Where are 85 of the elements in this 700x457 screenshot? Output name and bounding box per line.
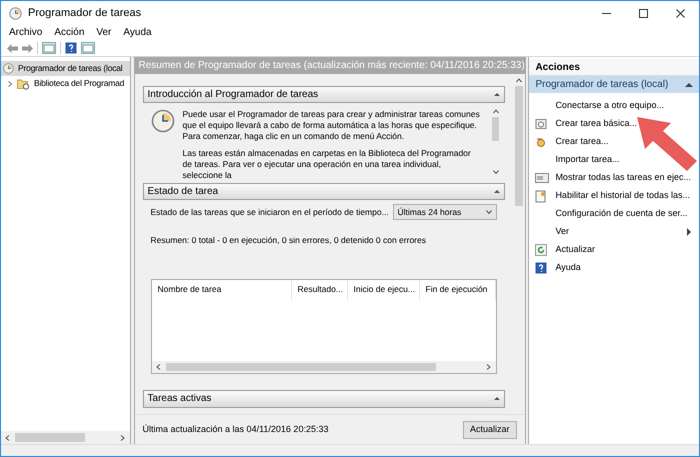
menu-item[interactable]: Acción (54, 25, 84, 40)
horizontal-scrollbar[interactable] (152, 360, 496, 373)
section-header[interactable]: Estado de tarea (142, 183, 505, 200)
section-title: Tareas activas (148, 392, 212, 406)
calendar-clock-icon (535, 118, 548, 130)
collapse-icon (494, 93, 500, 96)
tree-item[interactable]: Biblioteca del Programad (1, 76, 130, 91)
scroll-left-icon[interactable] (5, 434, 11, 440)
section-header[interactable]: Tareas activas (142, 390, 505, 408)
action-item[interactable]: Conectarse a otro equipo... (529, 97, 699, 115)
action-label: Configuración de cuenta de ser... (555, 207, 689, 220)
action-item[interactable]: Importar tarea... (529, 151, 699, 169)
vertical-scrollbar[interactable] (490, 109, 501, 175)
action-item[interactable]: Mostrar todas las tareas en ejec... (529, 169, 699, 187)
action-label: Ver (555, 225, 570, 238)
intro-paragraph: Puede usar el Programador de tareas para crear y administrar tareas comunes que el equipo llevará a cabo de forma automática a las horas que especifique. Para comenzar, haga clic en un comando de menú Acción. (182, 109, 481, 142)
scroll-right-icon[interactable] (120, 434, 126, 440)
action-label: Mostrar todas las tareas en ejec... (555, 171, 691, 184)
close-icon[interactable] (676, 8, 685, 18)
action-label: Ayuda (555, 261, 582, 274)
summary-header: Resumen de Programador de tareas (actualización más reciente: 04/11/2016 20:25:33) (134, 57, 525, 74)
menu-item[interactable]: Ver (96, 25, 112, 40)
scroll-right-icon[interactable] (486, 364, 492, 370)
period-dropdown[interactable]: Últimas 24 horas (392, 204, 497, 220)
horizontal-scrollbar[interactable] (1, 431, 130, 444)
scroll-left-icon[interactable] (156, 364, 162, 370)
collapse-icon (685, 82, 693, 86)
scroll-up-icon[interactable] (516, 78, 522, 84)
period-label: Estado de las tareas que se iniciaron en el período de tiempo... (150, 206, 389, 218)
tree-label: Biblioteca del Programad (34, 77, 124, 90)
action-label: Actualizar (555, 243, 596, 256)
column-header[interactable]: Nombre de tarea (152, 280, 292, 300)
menu-item[interactable]: Ayuda (123, 25, 152, 40)
pane-icon[interactable] (81, 42, 95, 54)
forward-arrow-icon[interactable] (22, 44, 33, 52)
collapse-icon (494, 397, 500, 400)
status-summary: Resumen: 0 total - 0 en ejecución, 0 sin errores, 0 detenido 0 con errores (150, 234, 427, 247)
back-arrow-icon[interactable] (7, 44, 18, 52)
action-label: Crear tarea básica... (555, 117, 638, 130)
action-item[interactable]: Habilitar el historial de todas las... (529, 187, 699, 205)
action-item[interactable]: Configuración de cuenta de ser... (529, 205, 699, 223)
clock-task-icon (535, 136, 548, 148)
dropdown-caret-icon[interactable] (486, 209, 492, 215)
collapse-icon (494, 190, 500, 193)
action-item[interactable]: Ver (529, 223, 699, 241)
last-update-text: Última actualización a las 04/11/2016 20:25:33 (142, 422, 328, 436)
column-header[interactable]: Resultado... (292, 280, 348, 300)
section-header[interactable]: Introducción al Programador de tareas (142, 86, 505, 103)
actions-header: Acciones (529, 59, 699, 76)
action-label: Crear tarea... (555, 135, 610, 148)
history-page-icon (535, 190, 548, 202)
scrollbar-thumb[interactable] (514, 86, 523, 206)
expand-caret-icon[interactable] (7, 80, 13, 86)
actions-group-header[interactable]: Programador de tareas (local) (529, 76, 699, 93)
intro-paragraph: Las tareas están almacenadas en carpetas en la Biblioteca del Programador de tareas. Para ver o ejecutar una operación en una tarea individual, seleccione la (182, 148, 472, 181)
clock-icon (150, 109, 175, 133)
window-list-icon (535, 172, 550, 184)
action-item[interactable]: Actualizar (529, 241, 699, 259)
app-clock-icon (9, 6, 22, 20)
action-item[interactable]: Crear tarea básica... (529, 115, 699, 133)
action-item[interactable]: Crear tarea... (529, 133, 699, 151)
column-header[interactable]: Inicio de ejecu... (348, 280, 420, 300)
pane-icon[interactable] (42, 42, 56, 54)
section-title: Estado de tarea (148, 185, 218, 199)
menu-item[interactable]: Archivo (9, 25, 42, 40)
action-item[interactable]: Ayuda (529, 259, 699, 277)
tree-label: Programador de tareas (local (18, 62, 122, 75)
column-header[interactable]: Fin de ejecución (420, 280, 496, 300)
group-title: Programador de tareas (local) (535, 78, 668, 92)
help-icon[interactable] (65, 42, 77, 54)
maximize-icon[interactable] (639, 8, 648, 18)
tree-item[interactable]: Programador de tareas (local (1, 61, 130, 76)
scroll-up-icon[interactable] (492, 109, 499, 115)
action-label: Habilitar el historial de todas las... (555, 189, 691, 202)
help-icon (535, 262, 548, 274)
scroll-down-icon[interactable] (492, 169, 499, 175)
clock-icon (3, 63, 14, 74)
action-label: Importar tarea... (555, 153, 620, 166)
action-label: Conectarse a otro equipo... (555, 99, 666, 112)
folder-clock-icon (17, 78, 30, 90)
section-title: Introducción al Programador de tareas (148, 88, 318, 102)
refresh-icon (535, 244, 548, 256)
refresh-button[interactable]: Actualizar (463, 420, 517, 438)
submenu-arrow-icon (687, 228, 691, 236)
window-title: Programador de tareas (28, 6, 142, 21)
